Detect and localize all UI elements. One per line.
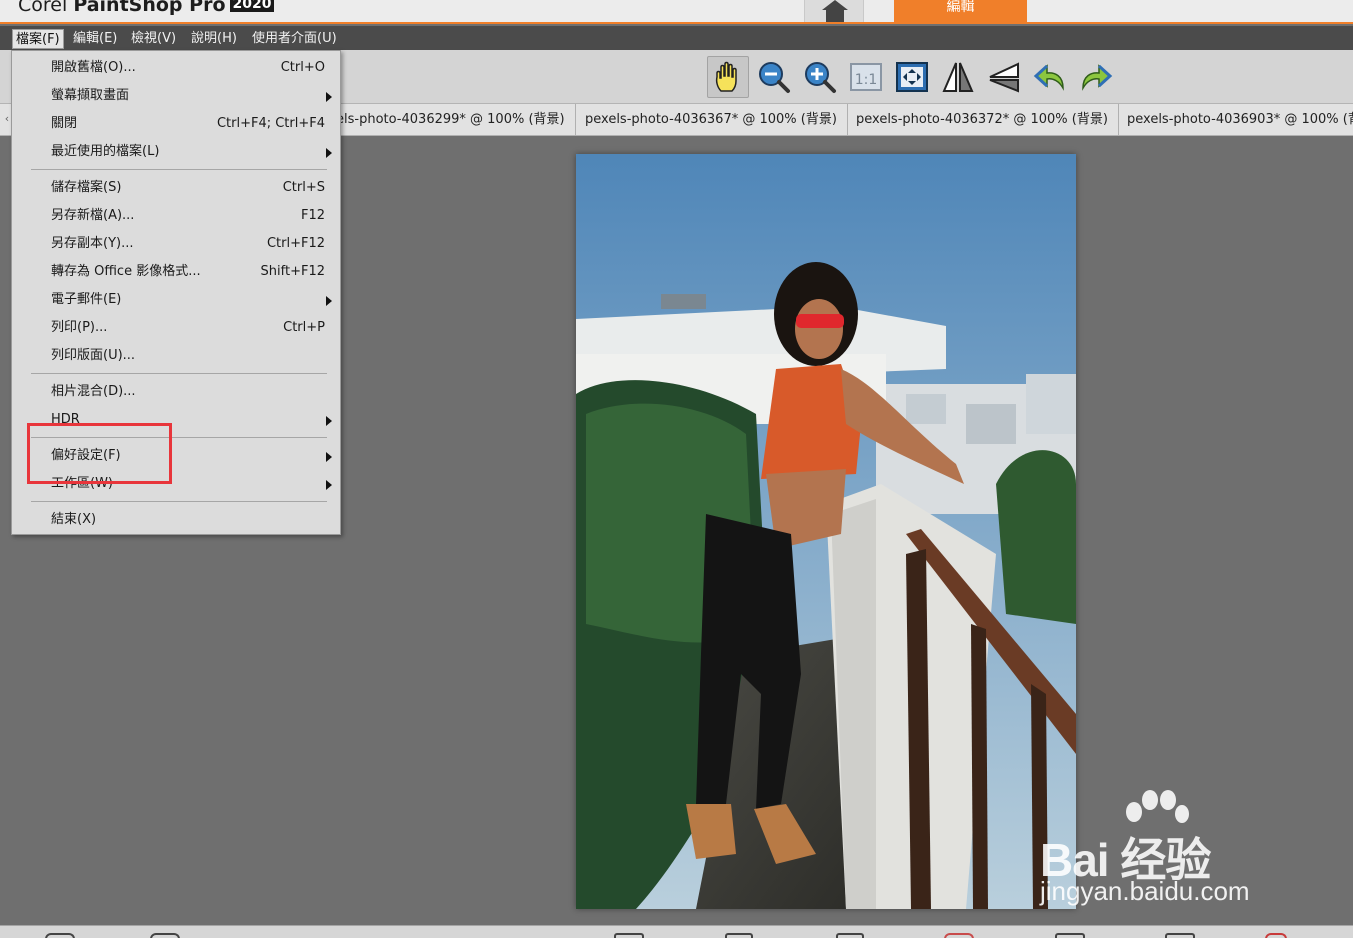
layers-icon[interactable]	[614, 933, 644, 938]
fit-window-button[interactable]	[891, 56, 933, 98]
script-icon[interactable]	[1165, 933, 1195, 938]
actual-size-label: 1:1	[855, 72, 878, 88]
app-year-badge: 2020	[229, 0, 275, 12]
menu-screen-capture[interactable]: 螢幕擷取畫面	[12, 83, 340, 109]
title-bar: Corel PaintShop Pro 2020 編輯	[0, 0, 1353, 24]
rotate-right-button[interactable]	[1075, 56, 1117, 98]
circle-icon[interactable]	[150, 933, 180, 938]
menu-separator	[31, 169, 327, 170]
actual-size-icon: 1:1	[850, 63, 882, 91]
app-title: Corel PaintShop Pro 2020	[18, 0, 275, 16]
menu-open[interactable]: 開啟舊檔(O)... Ctrl+O	[12, 55, 340, 81]
submenu-arrow-icon	[326, 452, 332, 462]
document-tab[interactable]: els-photo-4036299* @ 100% (背景)	[326, 104, 576, 135]
document-tab[interactable]: pexels-photo-4036903* @ 100% (背	[1117, 104, 1353, 135]
histogram-icon[interactable]	[1055, 933, 1085, 938]
home-tab[interactable]	[804, 0, 864, 22]
flip-button[interactable]	[937, 56, 979, 98]
menu-separator	[31, 501, 327, 502]
menu-save-copy[interactable]: 另存副本(Y)... Ctrl+F12	[12, 231, 340, 257]
color-wheel-icon[interactable]	[944, 933, 974, 938]
image-canvas[interactable]	[576, 154, 1076, 909]
menu-email[interactable]: 電子郵件(E)	[12, 287, 340, 313]
submenu-arrow-icon	[326, 416, 332, 426]
menu-help[interactable]: 說明(H)	[188, 29, 240, 49]
rotate-right-icon	[1082, 64, 1113, 91]
brush-icon[interactable]	[836, 933, 864, 938]
mirror-button[interactable]	[983, 56, 1025, 98]
menu-exit[interactable]: 結束(X)	[12, 507, 340, 533]
submenu-arrow-icon	[326, 296, 332, 306]
document-tab[interactable]: pexels-photo-4036372* @ 100% (背景)	[846, 104, 1119, 135]
submenu-arrow-icon	[326, 92, 332, 102]
pan-tool-button[interactable]	[707, 56, 749, 98]
menu-user-interface[interactable]: 使用者介面(U)	[249, 29, 340, 49]
mirror-icon	[989, 62, 1019, 93]
submenu-arrow-icon	[326, 480, 332, 490]
app-title-prefix: Corel	[18, 0, 68, 16]
zoom-out-button[interactable]	[753, 56, 795, 98]
menu-view[interactable]: 檢視(V)	[128, 29, 179, 49]
menu-export-office[interactable]: 轉存為 Office 影像格式... Shift+F12	[12, 259, 340, 285]
document-tab[interactable]: pexels-photo-4036367* @ 100% (背景)	[575, 104, 848, 135]
home-icon	[822, 0, 848, 22]
adjust-icon[interactable]	[725, 933, 753, 938]
menu-file[interactable]: 檔案(F)	[12, 29, 64, 49]
baidu-watermark: Bai 经验 jingyan.baidu.com	[1040, 790, 1300, 910]
menu-save[interactable]: 儲存檔案(S) Ctrl+S	[12, 175, 340, 201]
menu-separator	[31, 373, 327, 374]
menu-edit[interactable]: 編輯(E)	[70, 29, 120, 49]
pan-icon	[715, 61, 737, 92]
flip-icon	[942, 62, 974, 92]
rotate-left-icon	[1033, 64, 1064, 91]
fit-window-icon	[896, 62, 928, 92]
zoom-in-icon	[805, 62, 836, 93]
menu-recent-files[interactable]: 最近使用的檔案(L)	[12, 139, 340, 165]
menu-photo-blend[interactable]: 相片混合(D)...	[12, 379, 340, 405]
bottom-palette-bar	[0, 925, 1353, 938]
zoom-in-button[interactable]	[799, 56, 841, 98]
app-title-main: PaintShop Pro	[73, 0, 226, 16]
menu-close[interactable]: 關閉 Ctrl+F4; Ctrl+F4	[12, 111, 340, 137]
edit-tab[interactable]: 編輯	[894, 0, 1027, 22]
zoom-out-icon	[759, 62, 790, 93]
menu-print-layout[interactable]: 列印版面(U)...	[12, 343, 340, 369]
rotate-left-button[interactable]	[1029, 56, 1071, 98]
actual-size-button[interactable]: 1:1	[845, 56, 887, 98]
annotation-highlight-box	[27, 423, 172, 484]
menu-save-as[interactable]: 另存新檔(A)... F12	[12, 203, 340, 229]
photo	[576, 154, 1076, 909]
submenu-arrow-icon	[326, 148, 332, 158]
menu-print[interactable]: 列印(P)... Ctrl+P	[12, 315, 340, 341]
circle-icon[interactable]	[45, 933, 75, 938]
menu-bar: 檔案(F) 編輯(E) 檢視(V) 說明(H) 使用者介面(U)	[0, 26, 1353, 50]
watermark-url: jingyan.baidu.com	[1040, 876, 1250, 906]
pin-icon[interactable]	[1265, 933, 1287, 938]
